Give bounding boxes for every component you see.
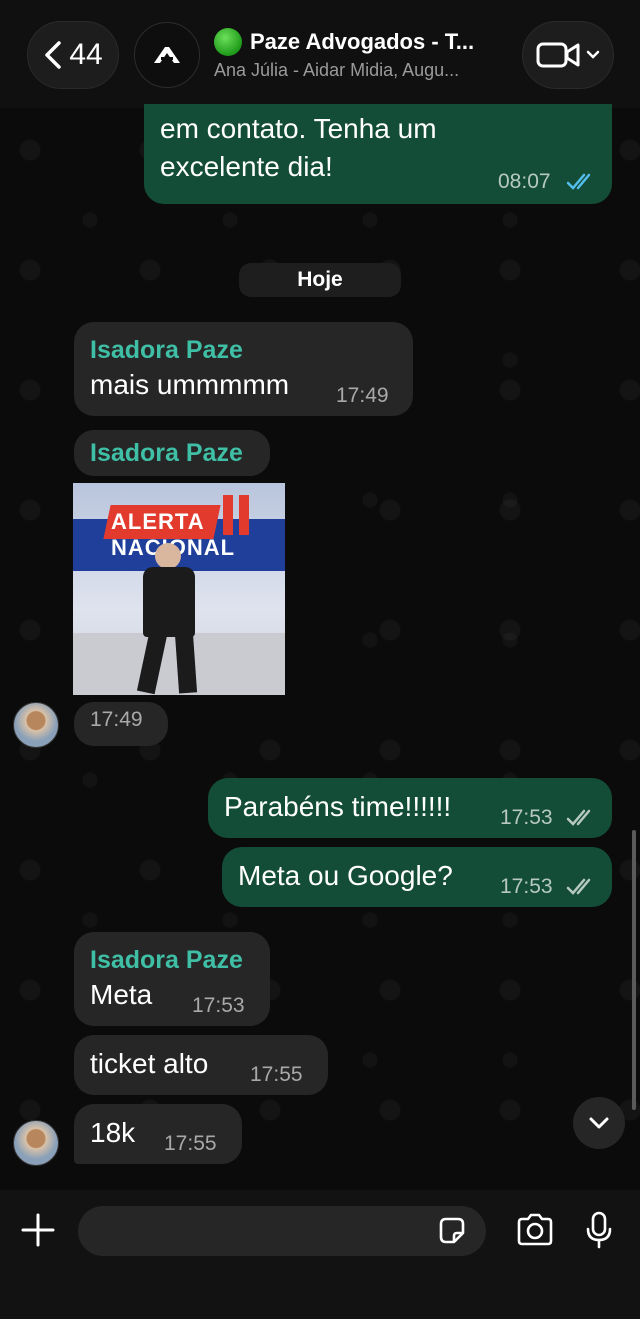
group-avatar[interactable] <box>134 22 200 88</box>
green-circle-emoji-icon <box>214 28 242 56</box>
message-time: 17:55 <box>164 1132 217 1155</box>
incoming-message[interactable]: ticket alto 17:55 <box>74 1035 328 1095</box>
chevron-down-icon <box>586 50 600 59</box>
outgoing-message[interactable]: Parabéns time!!!!!! 17:53 <box>208 778 612 838</box>
plus-icon[interactable] <box>20 1212 56 1248</box>
gif-timestamp: 17:49 <box>74 702 168 746</box>
sender-name[interactable]: Isadora Paze <box>90 334 397 366</box>
message-time: 17:53 <box>500 875 553 898</box>
avatar[interactable] <box>13 1120 59 1166</box>
double-check-icon <box>566 809 591 826</box>
gif-sender-label: Isadora Paze <box>74 430 270 476</box>
sender-name[interactable]: Isadora Paze <box>90 944 254 976</box>
microphone-icon[interactable] <box>584 1210 614 1250</box>
gif-caption: ALERTA NACIONAL <box>111 509 234 560</box>
video-call-icon <box>536 42 580 68</box>
message-time: 17:53 <box>500 806 553 829</box>
message-time: 17:55 <box>250 1063 303 1086</box>
chat-participants: Ana Júlia - Aidar Midia, Augu... <box>214 60 460 80</box>
group-logo-icon <box>154 47 180 63</box>
unread-count: 44 <box>69 38 103 71</box>
scrollbar[interactable] <box>632 830 636 1110</box>
sender-name[interactable]: Isadora Paze <box>90 437 254 469</box>
message-input[interactable] <box>78 1206 486 1256</box>
back-chevron-icon <box>45 41 62 69</box>
scroll-down-icon <box>589 1117 609 1129</box>
message-time: 17:49 <box>90 708 143 731</box>
message-time: 17:53 <box>192 994 245 1017</box>
day-separator: Hoje <box>239 263 401 297</box>
double-check-icon <box>566 173 591 190</box>
chat-header: 44 Paze Advogados - T... Ana Júlia - Aid… <box>0 0 640 108</box>
back-button[interactable]: 44 <box>27 21 119 89</box>
incoming-message[interactable]: Isadora Paze Meta 17:53 <box>74 932 270 1026</box>
message-time: 08:07 <box>498 170 551 193</box>
message-time: 17:49 <box>336 384 389 407</box>
incoming-message[interactable]: Isadora Paze mais ummmmm 17:49 <box>74 322 413 416</box>
chat-title: Paze Advogados - T... <box>250 29 475 54</box>
avatar[interactable] <box>13 702 59 748</box>
sticker-icon[interactable] <box>436 1215 468 1247</box>
video-call-button[interactable] <box>522 21 614 89</box>
outgoing-message[interactable]: Meta ou Google? 17:53 <box>222 847 612 907</box>
incoming-message[interactable]: 18k 17:55 <box>74 1104 242 1164</box>
gif-image[interactable]: ALERTA NACIONAL <box>73 483 285 695</box>
camera-icon[interactable] <box>515 1212 555 1248</box>
scroll-to-bottom-button[interactable] <box>573 1097 625 1149</box>
outgoing-message[interactable]: em contato. Tenha um excelente dia! 08:0… <box>144 104 612 204</box>
chat-title-area[interactable]: Paze Advogados - T... Ana Júlia - Aidar … <box>214 28 510 81</box>
double-check-icon <box>566 878 591 895</box>
